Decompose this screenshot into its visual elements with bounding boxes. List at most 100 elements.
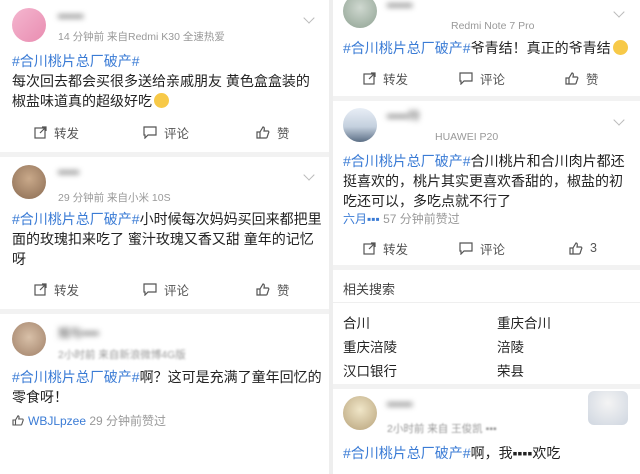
repost-button[interactable]: 转发: [34, 275, 79, 303]
emoji-icon: [612, 40, 628, 55]
post-meta: 29 分钟前 来自小米 10S: [58, 192, 171, 204]
related-search-item[interactable]: 重庆涪陵: [343, 336, 397, 356]
liker-name[interactable]: 六月▪▪▪: [343, 212, 380, 226]
thumbs-up-icon: [256, 125, 270, 139]
post-meta: 14 分钟前 来自Redmi K30 全速热爱: [58, 31, 225, 43]
action-bar: 转发 评论 3: [333, 234, 640, 262]
like-button[interactable]: 赞: [565, 64, 599, 92]
liker-name[interactable]: WBJLpzee: [28, 414, 86, 428]
avatar[interactable]: [12, 165, 46, 199]
hashtag-link[interactable]: #合川桃片总厂破产#: [343, 153, 471, 169]
username[interactable]: 旭与▪▪▪▪: [58, 324, 99, 341]
post-card: ▪▪▪▪▪▪ 2小时前 来自 王俊凯 ▪▪▪ #合川桃片总厂破产#啊，我▪▪▪▪…: [333, 389, 640, 474]
avatar[interactable]: [12, 322, 46, 356]
like-label: 赞: [277, 126, 290, 141]
post-card: ▪▪▪▪▪ 29 分钟前 来自小米 10S #合川桃片总厂破产#小时候每次妈妈买…: [0, 157, 329, 309]
username[interactable]: ▪▪▪▪▪▪: [58, 9, 84, 23]
chevron-down-icon[interactable]: [303, 169, 315, 181]
comment-button[interactable]: 评论: [143, 275, 189, 303]
post-meta: Redmi Note 7 Pro: [451, 20, 535, 32]
post-content: 啊，我▪▪▪▪欢吃: [470, 445, 561, 461]
comment-label: 评论: [164, 126, 190, 141]
liked-time: 29 分钟前赞过: [89, 414, 167, 428]
hashtag-link[interactable]: #合川桃片总厂破产#: [343, 40, 471, 56]
post-card: 旭与▪▪▪▪ 2小时前 来自新浪微博4G版 #合川桃片总厂破产#啊？这可是充满了…: [0, 314, 329, 474]
hashtag-link[interactable]: #合川桃片总厂破产#: [12, 53, 140, 69]
comment-button[interactable]: 评论: [459, 64, 505, 92]
comment-icon: [459, 71, 473, 85]
liked-by-row: 六月▪▪▪ 57 分钟前赞过: [343, 210, 460, 227]
comment-icon: [459, 241, 473, 255]
repost-label: 转发: [54, 126, 80, 141]
repost-icon: [34, 282, 47, 296]
post-card: ▪▪▪▪▪▪ Redmi Note 7 Pro #合川桃片总厂破产#爷青结！真正…: [333, 0, 640, 96]
hashtag-link[interactable]: #合川桃片总厂破产#: [12, 369, 140, 385]
username[interactable]: ▪▪▪▪▪玲: [387, 107, 420, 124]
avatar[interactable]: [343, 108, 377, 142]
chevron-down-icon[interactable]: [613, 114, 625, 126]
related-search-item[interactable]: 汉口银行: [343, 360, 397, 380]
avatar[interactable]: [343, 0, 377, 28]
related-search-item[interactable]: 荣县: [497, 360, 524, 380]
related-search-item[interactable]: 重庆合川: [497, 312, 551, 332]
comment-label: 评论: [480, 242, 506, 257]
comment-label: 评论: [480, 72, 506, 87]
like-label: 赞: [586, 72, 599, 87]
sticker-image: [588, 391, 628, 425]
related-search-panel: 相关搜索 合川 重庆合川 重庆涪陵 涪陵 汉口银行 荣县: [333, 270, 640, 384]
comment-icon: [143, 125, 157, 139]
comment-button[interactable]: 评论: [459, 234, 505, 262]
divider: [333, 302, 640, 303]
hashtag-link[interactable]: #合川桃片总厂破产#: [12, 211, 140, 227]
thumbs-up-icon: [565, 71, 579, 85]
post-text: #合川桃片总厂破产#啊？这可是充满了童年回忆的零食呀！: [12, 367, 322, 407]
thumbs-up-icon: [256, 282, 270, 296]
username[interactable]: ▪▪▪▪▪▪: [387, 397, 413, 411]
repost-label: 转发: [383, 72, 409, 87]
repost-icon: [363, 71, 376, 85]
comment-icon: [143, 282, 157, 296]
comment-button[interactable]: 评论: [143, 118, 189, 146]
like-button[interactable]: 赞: [256, 275, 290, 303]
liked-by-row: WBJLpzee 29 分钟前赞过: [12, 412, 166, 429]
related-search-item[interactable]: 合川: [343, 312, 370, 332]
post-card: ▪▪▪▪▪玲 HUAWEI P20 #合川桃片总厂破产#合川桃片和合川肉片都还挺…: [333, 101, 640, 265]
like-button[interactable]: 赞: [256, 118, 290, 146]
repost-button[interactable]: 转发: [363, 64, 408, 92]
like-count: 3: [590, 241, 597, 255]
username[interactable]: ▪▪▪▪▪: [58, 165, 79, 179]
post-content: 爷青结！真正的爷青结: [470, 40, 611, 56]
post-meta: 2小时前 来自新浪微博4G版: [58, 349, 186, 361]
post-text: #合川桃片总厂破产#合川桃片和合川肉片都还挺喜欢的，桃片其实更喜欢香甜的，椒盐的…: [343, 151, 635, 211]
thumbs-up-icon: [569, 241, 583, 255]
post-meta: 2小时前 来自 王俊凯 ▪▪▪: [387, 423, 497, 435]
left-feed-panel: ▪▪▪▪▪▪ 14 分钟前 来自Redmi K30 全速热爱 #合川桃片总厂破产…: [0, 0, 329, 474]
emoji-icon: [154, 93, 169, 108]
avatar[interactable]: [12, 8, 46, 42]
like-button[interactable]: 3: [569, 234, 597, 262]
chevron-down-icon[interactable]: [613, 6, 625, 18]
repost-icon: [34, 125, 47, 139]
action-bar: 转发 评论 赞: [333, 64, 640, 92]
chevron-down-icon[interactable]: [303, 12, 315, 24]
thumbs-up-icon: [12, 415, 24, 426]
repost-button[interactable]: 转发: [34, 118, 79, 146]
like-label: 赞: [277, 283, 290, 298]
post-text: #合川桃片总厂破产#爷青结！真正的爷青结: [343, 38, 638, 58]
comment-label: 评论: [164, 283, 190, 298]
post-card: ▪▪▪▪▪▪ 14 分钟前 来自Redmi K30 全速热爱 #合川桃片总厂破产…: [0, 0, 329, 152]
hashtag-link[interactable]: #合川桃片总厂破产#: [343, 445, 471, 461]
action-bar: 转发 评论 赞: [0, 118, 329, 146]
post-meta: HUAWEI P20: [435, 131, 499, 143]
right-feed-panel: ▪▪▪▪▪▪ Redmi Note 7 Pro #合川桃片总厂破产#爷青结！真正…: [333, 0, 640, 474]
post-text: #合川桃片总厂破产# 每次回去都会买很多送给亲戚朋友 黄色盒盒装的椒盐味道真的超…: [12, 51, 322, 111]
repost-button[interactable]: 转发: [363, 234, 408, 262]
liked-time: 57 分钟前赞过: [383, 212, 460, 226]
action-bar: 转发 评论 赞: [0, 275, 329, 303]
avatar[interactable]: [343, 396, 377, 430]
repost-label: 转发: [383, 242, 409, 257]
repost-label: 转发: [54, 283, 80, 298]
post-text: #合川桃片总厂破产#啊，我▪▪▪▪欢吃: [343, 443, 635, 463]
related-search-item[interactable]: 涪陵: [497, 336, 524, 356]
username[interactable]: ▪▪▪▪▪▪: [387, 0, 413, 12]
